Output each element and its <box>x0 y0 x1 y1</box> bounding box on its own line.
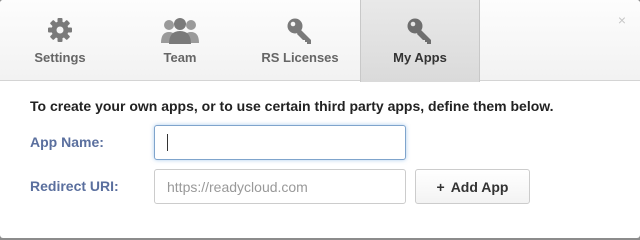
tab-label: Team <box>163 50 197 65</box>
key-icon <box>280 17 320 47</box>
add-app-button[interactable]: + Add App <box>415 169 530 204</box>
redirect-uri-label: Redirect URI: <box>30 178 119 194</box>
tab-bar: Settings Team RS Licenses My Apps × <box>0 0 640 82</box>
team-icon <box>160 17 200 47</box>
tab-my-apps[interactable]: My Apps <box>360 0 480 82</box>
text-caret <box>167 134 168 151</box>
tab-rs-licenses[interactable]: RS Licenses <box>240 0 360 81</box>
tab-label: RS Licenses <box>261 50 339 65</box>
gear-icon <box>40 17 80 47</box>
close-icon[interactable]: × <box>618 13 626 27</box>
redirect-uri-input[interactable] <box>154 169 406 204</box>
tab-team[interactable]: Team <box>120 0 240 81</box>
tab-settings[interactable]: Settings <box>0 0 120 81</box>
my-apps-dialog: Settings Team RS Licenses My Apps × To c… <box>0 0 640 238</box>
plus-icon: + <box>436 178 445 195</box>
intro-text: To create your own apps, or to use certa… <box>30 98 554 114</box>
tab-label: My Apps <box>393 50 447 65</box>
app-name-input[interactable] <box>154 125 406 160</box>
add-app-label: Add App <box>450 178 509 195</box>
tab-label: Settings <box>34 50 86 65</box>
key-icon <box>400 17 440 47</box>
app-name-label: App Name: <box>30 134 104 150</box>
